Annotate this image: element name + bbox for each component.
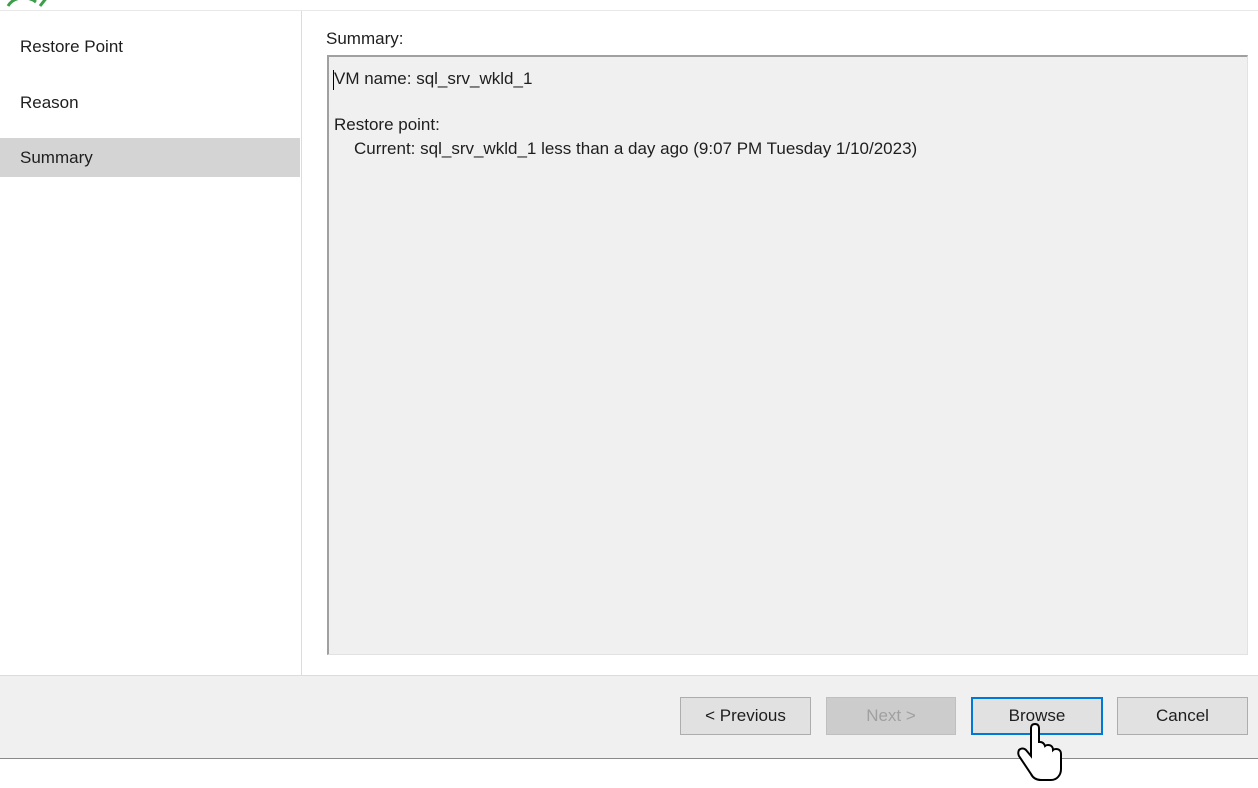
window-top-strip: [0, 0, 1258, 11]
sidebar-item-label: Summary: [20, 148, 93, 167]
next-button[interactable]: Next >: [826, 697, 956, 735]
sidebar-item-label: Restore Point: [20, 37, 123, 56]
sidebar-item-reason[interactable]: Reason: [0, 83, 300, 122]
summary-restore-point-current: Current: sql_srv_wkld_1 less than a day …: [354, 139, 918, 158]
cancel-button[interactable]: Cancel: [1117, 697, 1248, 735]
summary-restore-point-heading: Restore point:: [334, 115, 440, 134]
mouse-pointer-icon: [1017, 722, 1062, 781]
summary-vm-name: VM name: sql_srv_wkld_1: [334, 69, 533, 88]
wizard-footer: < Previous Next > Browse Cancel: [0, 675, 1258, 759]
summary-textbox[interactable]: VM name: sql_srv_wkld_1 Restore point: C…: [327, 55, 1248, 655]
app-logo-icon: [6, 0, 47, 7]
sidebar-item-summary[interactable]: Summary: [0, 138, 300, 177]
summary-panel: Summary: VM name: sql_srv_wkld_1 Restore…: [301, 11, 1258, 675]
sidebar-item-restore-point[interactable]: Restore Point: [0, 27, 300, 66]
previous-button[interactable]: < Previous: [680, 697, 811, 735]
summary-heading: Summary:: [326, 29, 404, 48]
sidebar-item-label: Reason: [20, 93, 79, 112]
wizard-step-sidebar: Restore Point Reason Summary: [0, 11, 300, 675]
